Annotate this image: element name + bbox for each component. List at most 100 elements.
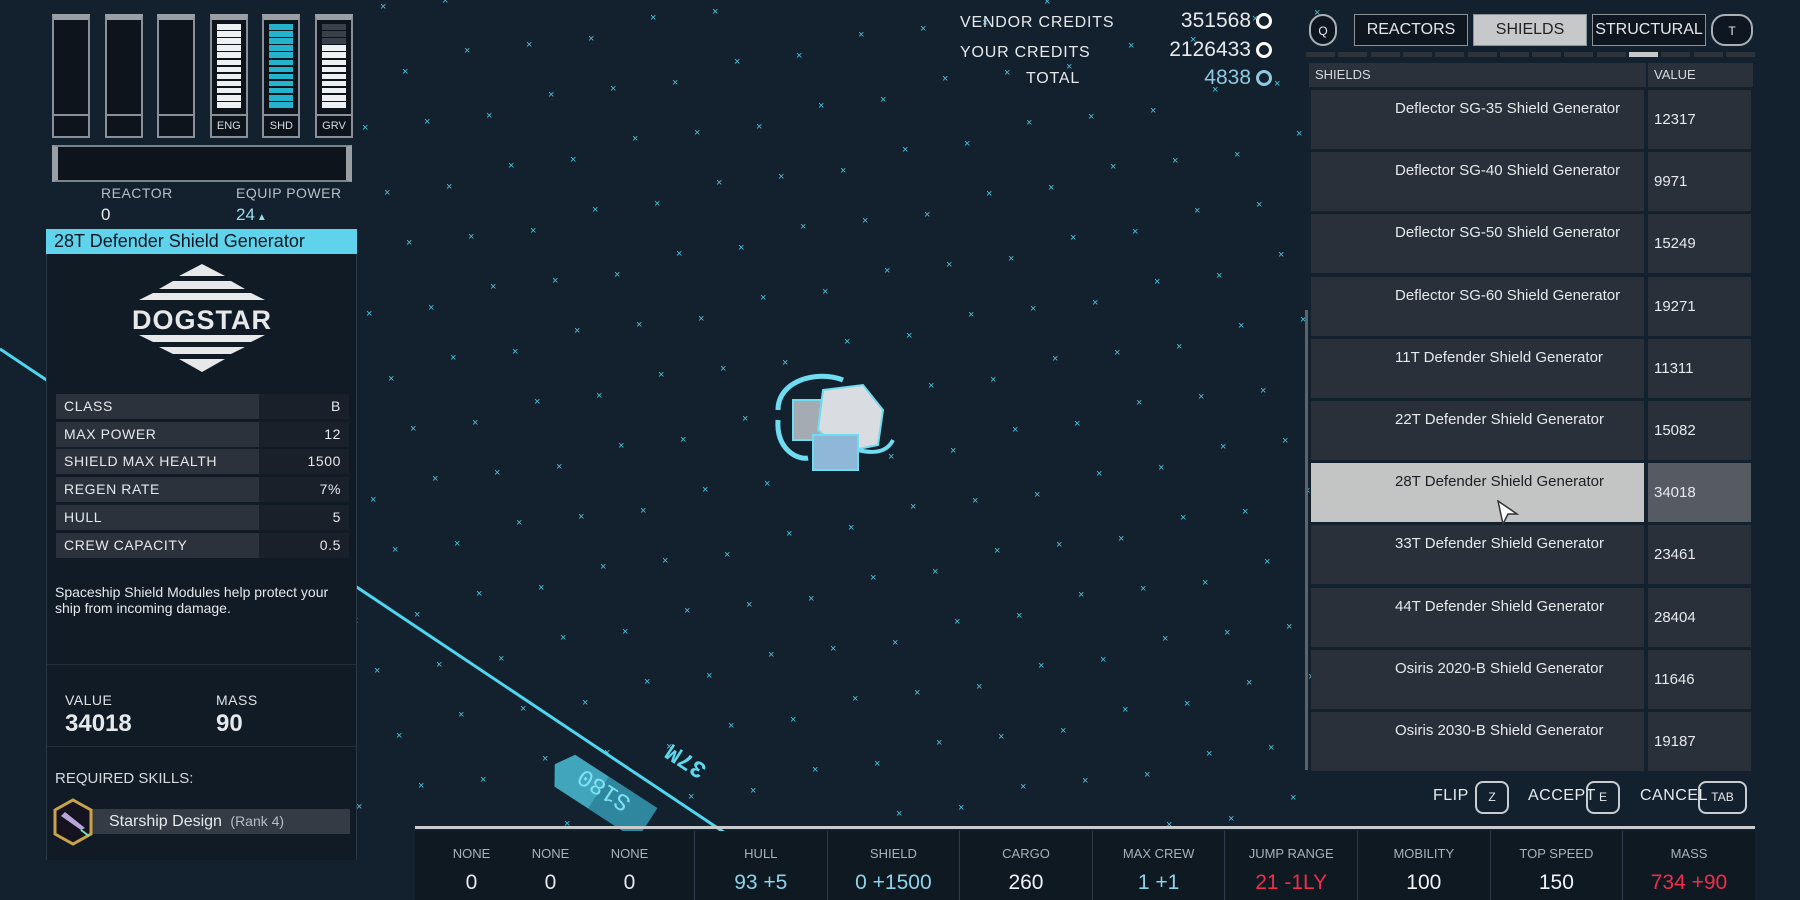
power-column-label [159, 114, 194, 136]
grid-marker: × [464, 45, 470, 57]
power-segment [269, 59, 294, 66]
list-item[interactable]: Deflector SG-60 Shield Generator 19271 [1311, 276, 1751, 336]
empty-slot: NONE 0 [590, 831, 669, 900]
grid-marker: × [720, 363, 726, 375]
tab-structural[interactable]: STRUCTURAL [1592, 14, 1706, 46]
stat-value: 7% [259, 477, 349, 503]
grid-marker: × [676, 248, 682, 260]
grid-marker: × [1150, 105, 1156, 117]
page-segment [1306, 52, 1335, 57]
power-segment [322, 59, 346, 66]
grid-marker: × [1246, 677, 1252, 689]
grid-marker: × [1176, 341, 1182, 353]
grid-marker: × [454, 538, 460, 550]
tab-reactors[interactable]: REACTORS [1354, 14, 1468, 46]
list-item[interactable]: Osiris 2030-B Shield Generator 19187 [1311, 712, 1751, 771]
grid-marker: × [702, 484, 708, 496]
power-column[interactable] [157, 14, 196, 138]
item-name: 28T Defender Shield Generator [1395, 473, 1605, 491]
column-header-value[interactable]: VALUE [1648, 63, 1753, 87]
grid-marker: × [560, 632, 566, 644]
grid-marker: × [1140, 583, 1146, 595]
item-value: 19271 [1648, 276, 1751, 336]
power-column[interactable]: GRV [315, 14, 353, 138]
grid-marker: × [588, 33, 594, 45]
grid-marker: × [1268, 742, 1274, 754]
grid-marker: × [1234, 149, 1240, 161]
list-item[interactable]: 22T Defender Shield Generator 15082 [1311, 401, 1751, 460]
page-segment [1435, 52, 1465, 57]
grid-marker: × [1154, 276, 1160, 288]
grid-marker: × [1184, 698, 1190, 710]
list-item[interactable]: 33T Defender Shield Generator 23461 [1311, 525, 1751, 585]
power-segment [269, 80, 294, 87]
list-item[interactable]: 28T Defender Shield Generator 34018 [1311, 463, 1751, 523]
item-value: 34018 [1648, 463, 1751, 523]
list-item[interactable]: Osiris 2020-B Shield Generator 11646 [1311, 649, 1751, 709]
stat-row: MAX POWER 12 [56, 421, 349, 447]
grid-marker: × [892, 637, 898, 649]
cancel-key[interactable]: TAB [1698, 781, 1747, 814]
grid-marker: × [694, 127, 700, 139]
tab-shields[interactable]: SHIELDS [1473, 14, 1587, 46]
shield-module-model [775, 373, 895, 471]
flip-label[interactable]: FLIP [1433, 787, 1469, 805]
stat-top-speed: TOP SPEED 150 [1489, 831, 1623, 900]
grid-marker: × [458, 709, 464, 721]
skill-name: Starship Design [109, 813, 222, 830]
grid-marker: × [1088, 111, 1094, 123]
grid-marker: × [1044, 0, 1050, 8]
item-name: 11T Defender Shield Generator [1395, 348, 1603, 366]
power-column[interactable] [104, 14, 143, 138]
grid-marker: × [958, 802, 964, 814]
ship-stat-label: CARGO [1002, 846, 1050, 861]
list-item[interactable]: Deflector SG-40 Shield Generator 9971 [1311, 152, 1751, 212]
stat-value: 5 [259, 504, 349, 530]
grid-marker: × [706, 670, 712, 682]
accept-key[interactable]: E [1586, 781, 1620, 814]
grid-marker: × [764, 478, 770, 490]
grid-marker: × [778, 171, 784, 183]
power-column-label: ENG [211, 114, 246, 136]
stat-label: MAX POWER [64, 425, 157, 442]
grid-marker: × [486, 110, 492, 122]
skill-requirement[interactable]: Starship Design (Rank 4) [91, 809, 350, 834]
page-segment [1693, 52, 1723, 57]
list-scrollbar[interactable] [1305, 310, 1308, 770]
grid-marker: × [698, 313, 704, 325]
power-column[interactable]: SHD [262, 14, 301, 138]
grid-marker: × [1034, 489, 1040, 501]
stat-shield: SHIELD 0 +1500 [826, 831, 960, 900]
power-segment [216, 95, 241, 101]
grid-marker: × [582, 697, 588, 709]
grid-marker: × [1082, 775, 1088, 787]
flip-key[interactable]: Z [1475, 781, 1509, 814]
grid-marker: × [380, 1, 386, 13]
list-item[interactable]: Deflector SG-35 Shield Generator 12317 [1311, 90, 1751, 149]
list-item[interactable]: 44T Defender Shield Generator 28404 [1311, 587, 1751, 647]
item-value: 23461 [1648, 525, 1751, 585]
grid-marker: × [924, 209, 930, 221]
next-category-key[interactable]: T [1711, 14, 1753, 46]
power-column[interactable]: ENG [209, 14, 248, 138]
column-header-shields[interactable]: SHIELDS [1309, 63, 1646, 87]
power-column[interactable] [52, 14, 90, 138]
deflector-icon [1339, 108, 1375, 132]
grid-marker: × [796, 50, 802, 62]
power-segment [322, 24, 346, 30]
grid-marker: × [972, 495, 978, 507]
list-item[interactable]: Deflector SG-50 Shield Generator 15249 [1311, 214, 1751, 274]
stat-label: CREW CAPACITY [64, 536, 188, 553]
slot-label: NONE [452, 846, 491, 861]
power-segment [216, 66, 241, 73]
grid-marker: × [990, 374, 996, 386]
list-item[interactable]: 11T Defender Shield Generator 11311 [1311, 338, 1751, 398]
grid-marker: × [526, 39, 532, 51]
grid-marker: × [880, 94, 886, 106]
page-segment [1725, 52, 1755, 57]
item-description: Spaceship Shield Modules help protect yo… [55, 584, 329, 616]
stat-row: CLASS B [56, 394, 349, 419]
power-segment [269, 66, 294, 73]
prev-category-key[interactable]: Q [1309, 14, 1337, 46]
grid-marker: × [746, 599, 752, 611]
